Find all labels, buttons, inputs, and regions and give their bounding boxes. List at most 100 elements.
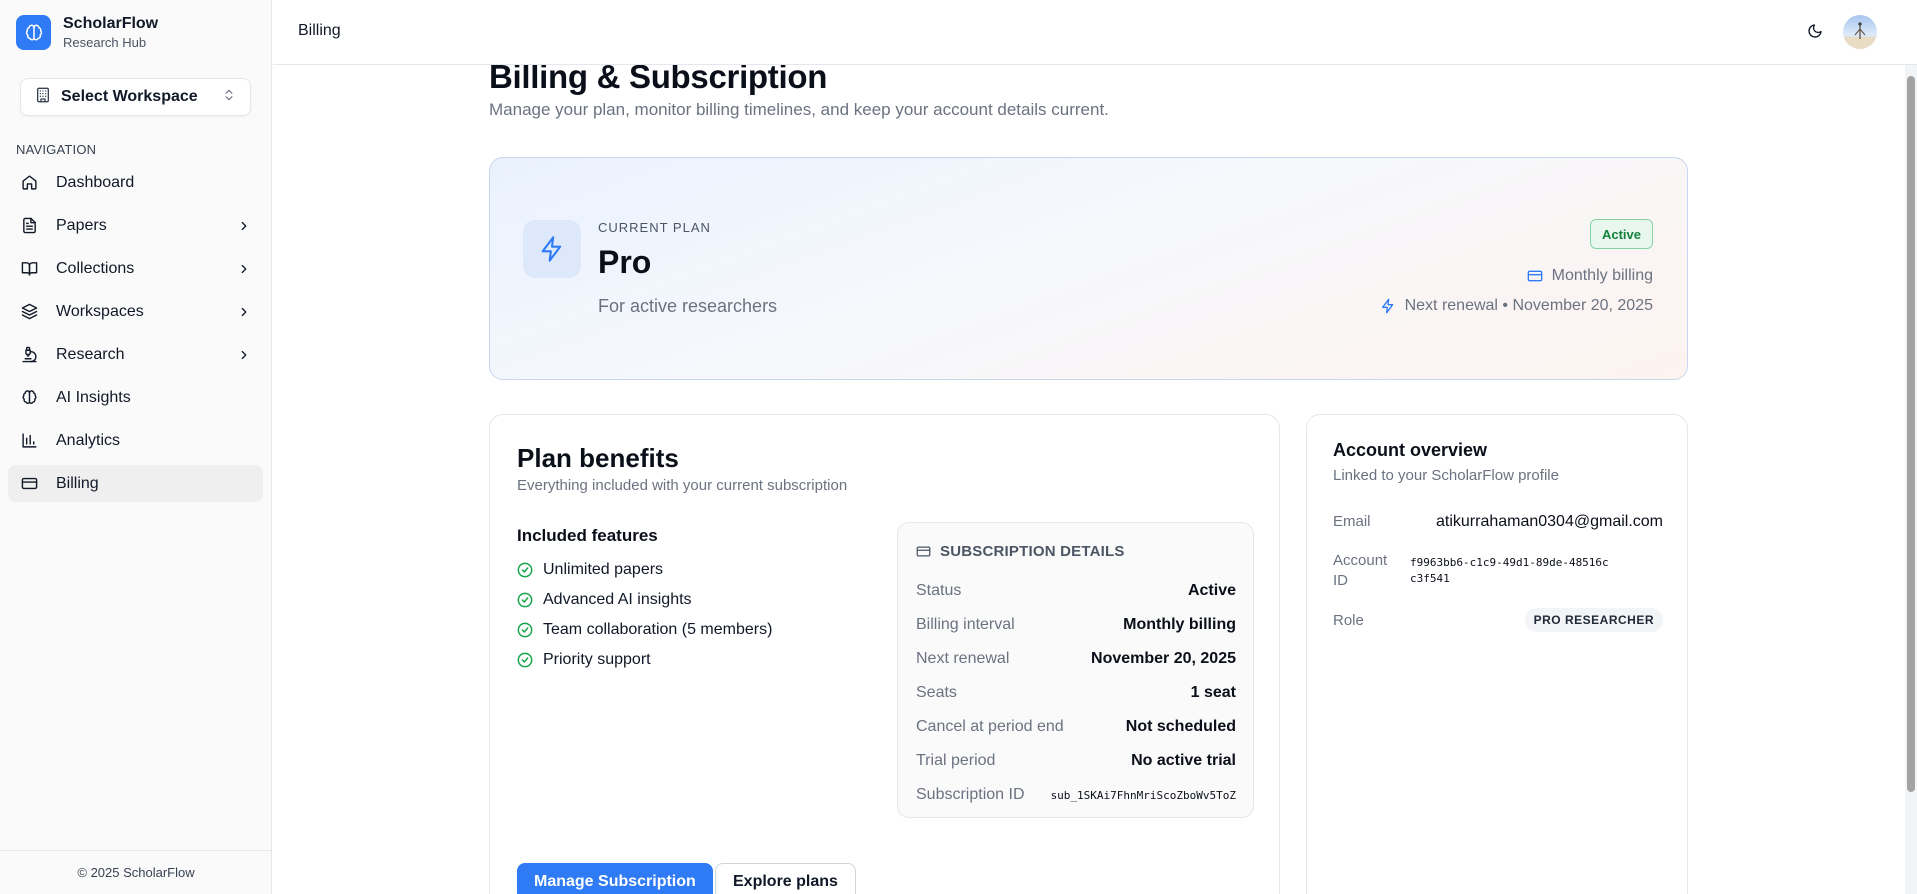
brand-name: ScholarFlow [63, 15, 159, 32]
chevron-right-icon [237, 348, 251, 362]
status-badge: Active [1589, 219, 1653, 249]
brand[interactable]: ScholarFlow Research Hub [16, 14, 158, 51]
detail-row-billing-interval: Billing interval Monthly billing [916, 608, 1236, 642]
sidebar-item-billing[interactable]: Billing [8, 465, 263, 502]
detail-row-status: Status Active [916, 574, 1236, 608]
scrollbar-thumb[interactable] [1907, 76, 1915, 792]
list-item: Advanced AI insights [517, 589, 772, 611]
credit-card-icon [916, 546, 931, 557]
building-icon [35, 87, 51, 108]
subscription-details-title: SUBSCRIPTION DETAILS [940, 543, 1125, 560]
detail-key: Trial period [916, 752, 996, 769]
detail-value: 1 seat [1190, 684, 1236, 701]
details-rows: Status Active Billing interval Monthly b… [916, 574, 1236, 812]
detail-value: No active trial [1131, 752, 1236, 769]
benefits-subtitle: Everything included with your current su… [517, 477, 848, 494]
sidebar-item-label: Papers [56, 216, 107, 234]
detail-key: Seats [916, 684, 957, 701]
detail-row-cancel: Cancel at period end Not scheduled [916, 710, 1236, 744]
workspace-select[interactable]: Select Workspace [20, 78, 251, 116]
detail-value: sub_1SKAi7FhnMriScoZboWv5ToZ [1050, 788, 1236, 802]
account-id-row: Account ID f9963bb6-c1c9-49d1-89de-48516… [1333, 551, 1663, 593]
brain-icon [16, 15, 51, 50]
current-plan-card: CURRENT PLAN Pro For active researchers … [489, 157, 1688, 380]
zap-icon [523, 220, 581, 278]
sidebar-nav: Dashboard Papers Collections Workspaces [8, 164, 263, 508]
sidebar-item-label: Dashboard [56, 173, 135, 191]
detail-row-subscription-id: Subscription ID sub_1SKAi7FhnMriScoZboWv… [916, 778, 1236, 812]
sidebar-item-label: AI Insights [56, 388, 131, 406]
page-subtitle: Manage your plan, monitor billing timeli… [489, 100, 1109, 119]
detail-row-seats: Seats 1 seat [916, 676, 1236, 710]
detail-key: Status [916, 582, 962, 599]
book-icon [20, 260, 38, 278]
sidebar-item-analytics[interactable]: Analytics [8, 422, 263, 459]
bar-chart-icon [20, 432, 38, 450]
plan-billing-text: Monthly billing [1551, 267, 1653, 284]
detail-value: Active [1187, 582, 1236, 599]
feature-label: Priority support [543, 651, 651, 668]
sidebar-footer: © 2025 ScholarFlow [0, 850, 272, 894]
nav-heading: NAVIGATION [16, 142, 97, 157]
feature-label: Team collaboration (5 members) [543, 621, 773, 638]
benefits-title: Plan benefits [517, 443, 679, 473]
detail-key: Billing interval [916, 616, 1015, 633]
list-item: Unlimited papers [517, 559, 772, 581]
theme-toggle-button[interactable] [1801, 19, 1829, 47]
role-badge: PRO RESEARCHER [1524, 608, 1663, 632]
avatar[interactable] [1843, 15, 1877, 49]
layers-icon [20, 303, 38, 321]
sidebar-item-label: Workspaces [56, 302, 144, 320]
subscription-details-heading: SUBSCRIPTION DETAILS [916, 543, 1125, 560]
features-heading: Included features [517, 526, 658, 545]
feature-label: Advanced AI insights [543, 591, 692, 608]
sidebar-item-label: Collections [56, 259, 135, 277]
account-subtitle: Linked to your ScholarFlow profile [1333, 467, 1559, 484]
microscope-icon [20, 346, 38, 364]
workspace-select-label: Select Workspace [61, 88, 198, 105]
sidebar-item-workspaces[interactable]: Workspaces [8, 293, 263, 330]
manage-subscription-button[interactable]: Manage Subscription [517, 863, 713, 894]
check-circle-icon [517, 592, 533, 608]
sidebar-item-label: Research [56, 345, 125, 363]
feature-label: Unlimited papers [543, 561, 664, 578]
moon-icon [1807, 23, 1823, 44]
check-circle-icon [517, 652, 533, 668]
detail-value: November 20, 2025 [1091, 650, 1236, 667]
role-label: Role [1333, 612, 1364, 629]
brand-subtitle: Research Hub [63, 35, 147, 50]
email-label: Email [1333, 513, 1371, 530]
zap-icon [1381, 298, 1393, 314]
plan-benefits-card: Plan benefits Everything included with y… [489, 414, 1280, 894]
chevron-right-icon [237, 305, 251, 319]
sidebar-item-label: Billing [56, 474, 99, 492]
credit-card-icon [1527, 270, 1542, 282]
features-list: Unlimited papers Advanced AI insights Te… [517, 559, 772, 679]
chevron-right-icon [237, 219, 251, 233]
sidebar-item-papers[interactable]: Papers [8, 207, 263, 244]
sidebar-item-dashboard[interactable]: Dashboard [8, 164, 263, 201]
account-id-value: f9963bb6-c1c9-49d1-89de-48516cc3f541 [1410, 556, 1609, 585]
account-id-label: Account ID [1333, 552, 1388, 589]
sidebar-item-collections[interactable]: Collections [8, 250, 263, 287]
plan-billing: Monthly billing [1527, 267, 1653, 285]
sidebar-item-ai-insights[interactable]: AI Insights [8, 379, 263, 416]
detail-key: Subscription ID [916, 786, 1025, 803]
check-circle-icon [517, 622, 533, 638]
check-circle-icon [517, 562, 533, 578]
sidebar-item-research[interactable]: Research [8, 336, 263, 373]
chevrons-up-down-icon [222, 88, 236, 107]
email-value: atikurrahaman0304@gmail.com [1435, 513, 1663, 530]
plan-renewal-text: Next renewal • November 20, 2025 [1404, 297, 1653, 314]
account-overview-card: Account overview Linked to your ScholarF… [1306, 414, 1688, 894]
detail-row-next-renewal: Next renewal November 20, 2025 [916, 642, 1236, 676]
explore-plans-button[interactable]: Explore plans [715, 863, 856, 894]
plan-renewal: Next renewal • November 20, 2025 [1380, 297, 1653, 315]
document-icon [20, 217, 38, 235]
chevron-right-icon [237, 262, 251, 276]
list-item: Priority support [517, 649, 772, 671]
sidebar-item-label: Analytics [56, 431, 121, 449]
plan-name: Pro [598, 244, 652, 280]
account-title: Account overview [1333, 440, 1488, 460]
detail-key: Cancel at period end [916, 718, 1064, 735]
